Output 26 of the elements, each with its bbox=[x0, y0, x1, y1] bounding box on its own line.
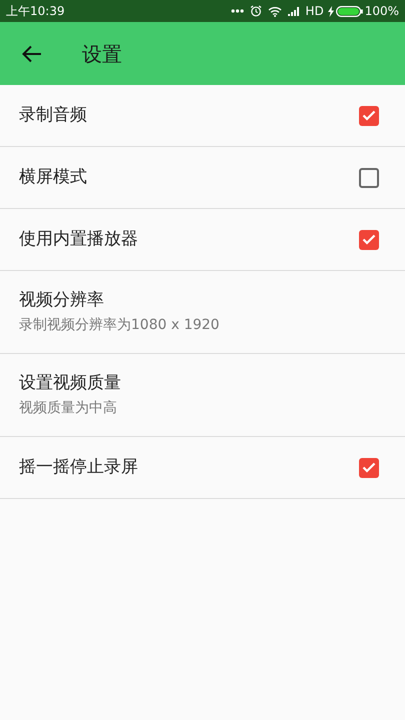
checkbox[interactable] bbox=[359, 106, 379, 126]
wifi-icon bbox=[268, 6, 282, 16]
setting-summary: 录制视频分辨率为1080 x 1920 bbox=[19, 316, 220, 336]
setting-title: 摇一摇停止录屏 bbox=[19, 456, 139, 479]
check-icon bbox=[362, 462, 376, 473]
screen-title: 设置 bbox=[82, 40, 122, 68]
check-icon bbox=[362, 234, 376, 245]
battery-percent: 100% bbox=[364, 3, 399, 20]
check-icon bbox=[362, 110, 376, 121]
setting-title: 录制音频 bbox=[19, 104, 88, 127]
checkbox[interactable] bbox=[359, 230, 379, 250]
alarm-icon bbox=[250, 5, 262, 17]
status-time: 上午10:39 bbox=[6, 3, 65, 20]
setting-title: 视频分辨率 bbox=[19, 288, 105, 312]
setting-title: 横屏模式 bbox=[19, 166, 88, 189]
signal-icon bbox=[288, 6, 302, 16]
setting-summary: 视频质量为中高 bbox=[19, 399, 118, 418]
charging-bolt-icon bbox=[328, 6, 334, 16]
setting-title: 使用内置播放器 bbox=[19, 228, 139, 251]
battery-icon bbox=[336, 6, 363, 16]
network-label: HD bbox=[305, 3, 324, 20]
back-arrow-icon bbox=[22, 44, 42, 62]
checkbox[interactable] bbox=[359, 168, 379, 188]
setting-title: 设置视频质量 bbox=[19, 372, 122, 395]
checkbox[interactable] bbox=[359, 458, 379, 478]
more-dots-icon bbox=[231, 9, 244, 13]
